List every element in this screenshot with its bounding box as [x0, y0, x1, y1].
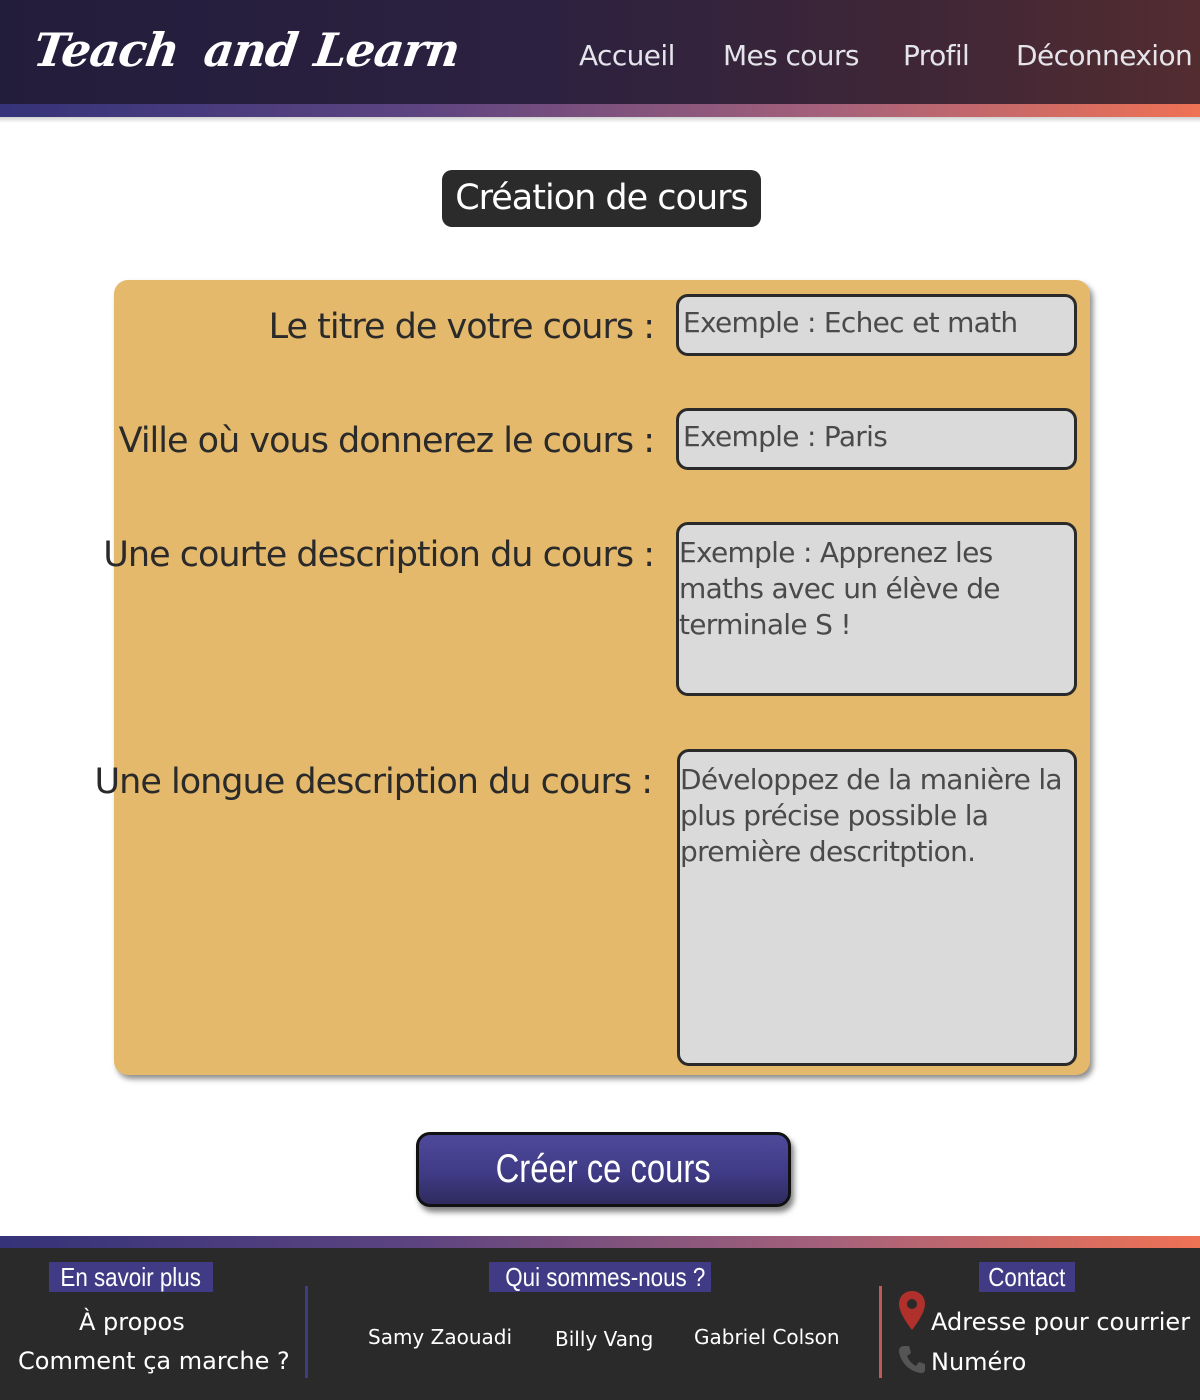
long-description-textarea[interactable]: Développez de la manière la plus précise…: [677, 749, 1077, 1066]
footer-link-about[interactable]: À propos: [79, 1307, 185, 1337]
footer-heading-contact: Contact: [979, 1262, 1075, 1292]
nav-link-deconnexion[interactable]: Déconnexion: [1016, 36, 1193, 76]
phone-icon: [899, 1346, 925, 1373]
logo-word-learn: Learn: [311, 23, 463, 77]
logo-word-teach: Teach: [30, 23, 183, 77]
contact-phone: Numéro: [931, 1348, 1027, 1376]
site-logo[interactable]: Teach and Learn: [30, 18, 464, 82]
page-title: Création de cours: [442, 170, 761, 227]
logo-word-and: and: [200, 23, 301, 77]
footer-divider-right: [879, 1286, 882, 1378]
header-gradient-bar: [0, 104, 1200, 117]
nav-link-profil[interactable]: Profil: [903, 36, 970, 76]
team-member-name: Gabriel Colson: [694, 1325, 840, 1349]
course-city-label: Ville où vous donnerez le cours :: [118, 421, 655, 461]
short-description-label: Une courte description du cours :: [103, 535, 655, 575]
create-course-button[interactable]: Créer ce cours: [416, 1132, 791, 1207]
header-shadow: [0, 117, 1200, 123]
footer-heading-learn-more: En savoir plus: [49, 1262, 213, 1292]
course-title-label: Le titre de votre cours :: [268, 307, 655, 347]
create-course-button-label: Créer ce cours: [495, 1147, 712, 1191]
nav-link-accueil[interactable]: Accueil: [579, 36, 675, 76]
course-title-input[interactable]: Exemple : Echec et math: [676, 294, 1077, 356]
footer-heading-about-us: Qui sommes-nous ?: [489, 1262, 711, 1292]
team-member-name: Billy Vang: [555, 1327, 654, 1351]
footer-gradient-bar: [0, 1236, 1200, 1248]
footer-link-how-it-works[interactable]: Comment ça marche ?: [18, 1346, 290, 1376]
footer-divider-left: [305, 1286, 308, 1378]
nav-link-mes-cours[interactable]: Mes cours: [723, 36, 859, 76]
course-city-input[interactable]: Exemple : Paris: [676, 408, 1077, 470]
contact-address: Adresse pour courrier: [931, 1308, 1191, 1336]
team-member-name: Samy Zaouadi: [368, 1325, 513, 1349]
map-pin-icon: [899, 1291, 925, 1330]
long-description-label: Une longue description du cours :: [94, 762, 653, 802]
short-description-textarea[interactable]: Exemple : Apprenez les maths avec un élè…: [676, 522, 1077, 696]
